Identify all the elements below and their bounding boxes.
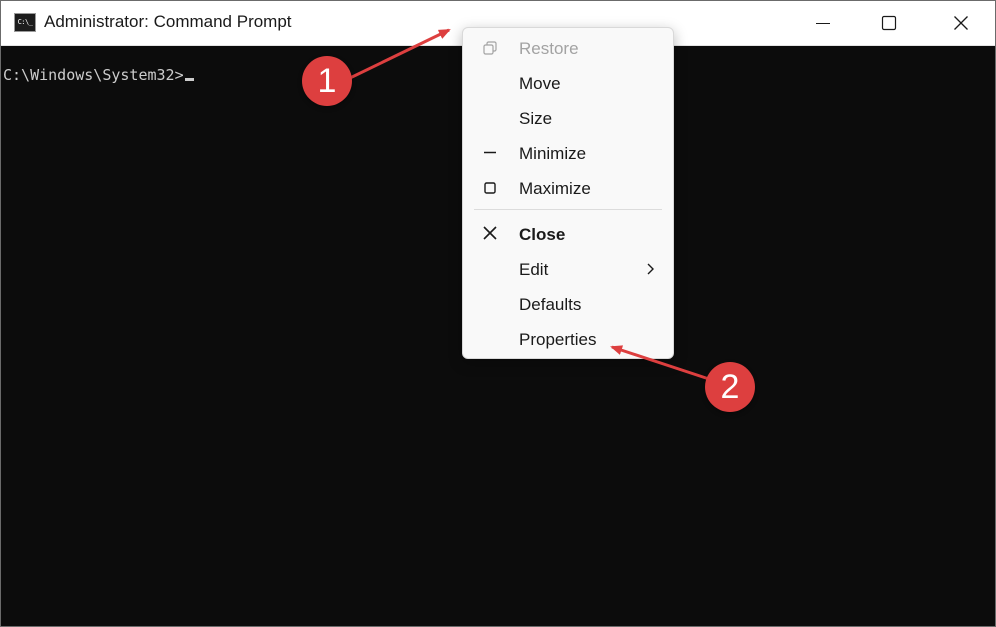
callout-2-arrow: [610, 345, 710, 381]
callout-badge-1: 1: [302, 56, 352, 106]
callout-badge-2: 2: [705, 362, 755, 412]
callout-1-arrow: [349, 28, 451, 80]
annotation-arrows: [349, 28, 710, 381]
